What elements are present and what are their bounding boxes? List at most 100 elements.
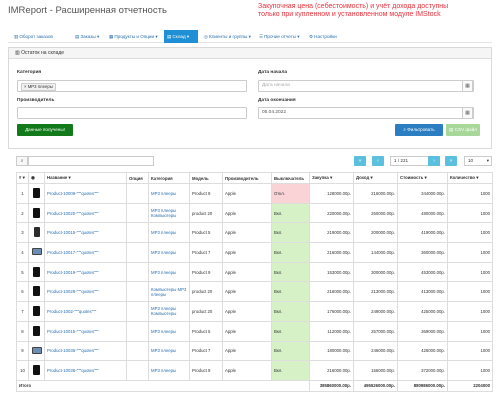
- cost-cell: 372000.00р.: [397, 360, 448, 381]
- purchase-cell: 220000.00р.: [309, 202, 354, 224]
- per-page-select[interactable]: 10 ▾: [464, 156, 492, 166]
- col-header-option[interactable]: Опция: [126, 172, 149, 184]
- player-thumbnail: [33, 325, 40, 336]
- nav-tab-products[interactable]: ▦Продукты и Опции ▾: [106, 30, 161, 43]
- table-row[interactable]: 2 Product-10020-"""quotes""" MP3 плееры Ко…: [16, 202, 493, 224]
- col-header-category[interactable]: Категория: [148, 172, 190, 184]
- model-cell: Product 5: [189, 222, 223, 244]
- nav-tab-other-reports[interactable]: ☰Прочие отчеты ▾: [256, 30, 303, 43]
- product-image: [28, 261, 45, 283]
- table-row[interactable]: 10 Product-10038-"""quotes""" MP3 плееры Pr…: [16, 360, 493, 381]
- panel-title: Остаток на складе: [21, 50, 65, 56]
- product-name-link[interactable]: Product-10038-"""quotes""": [47, 368, 99, 373]
- nav-tab-settings[interactable]: ⚙Настройки: [306, 30, 340, 43]
- category-cell: Компьютеры MP3 плееры: [148, 281, 190, 303]
- date-start-label: Дата начала: [258, 70, 288, 75]
- purchase-cell: 216000.00р.: [309, 360, 354, 381]
- nav-tab-warehouse[interactable]: ▤Склад ▾: [164, 30, 198, 43]
- category-select[interactable]: × MP3 плееры: [17, 80, 247, 92]
- table-search-input[interactable]: [28, 156, 154, 166]
- category-link[interactable]: MP3 плееры: [151, 368, 176, 373]
- product-name-cell: Product-10038-"""quotes""": [44, 360, 127, 381]
- product-name-link[interactable]: Product-10009-"""quotes""": [47, 191, 99, 196]
- calendar-icon[interactable]: ▦: [462, 107, 473, 119]
- category-chip[interactable]: × MP3 плееры: [21, 83, 56, 91]
- col-header-cost[interactable]: Стоимость ▾: [397, 172, 448, 184]
- quantity-cell: 1000: [447, 281, 493, 303]
- product-name-link[interactable]: Product-10028-"""quotes""": [47, 289, 99, 294]
- option-cell: [126, 183, 149, 204]
- category-link[interactable]: Компьютеры MP3 плееры: [151, 287, 186, 297]
- table-row[interactable]: 1 Product-10009-"""quotes""" MP3 плееры Pro…: [16, 183, 493, 204]
- nav-tab-orders-turnover[interactable]: ▥Оборот заказов: [11, 30, 56, 43]
- table-row[interactable]: 5 Product-10019-"""quotes""" MP3 плееры Pro…: [16, 261, 493, 283]
- category-link[interactable]: MP3 плееры: [151, 348, 176, 353]
- product-image: [28, 340, 45, 362]
- category-link[interactable]: MP3 плееры Компьютеры: [151, 306, 176, 316]
- col-header-index[interactable]: # ▾: [16, 172, 29, 184]
- page-select-value: 1 / 221: [394, 158, 409, 163]
- purchase-cell: 216000.00р.: [309, 242, 354, 263]
- category-link[interactable]: MP3 плееры Компьютеры: [151, 208, 176, 218]
- category-link[interactable]: MP3 плееры: [151, 329, 176, 334]
- status-cell: Вкл.: [271, 320, 310, 342]
- table-header-row: # ▾ ◉ Название ▾ Опция Категория Модель …: [16, 172, 493, 184]
- product-name-link[interactable]: Product-10015-"""quotes""": [47, 329, 99, 334]
- category-link[interactable]: MP3 плееры: [151, 270, 176, 275]
- last-page-button[interactable]: »: [445, 156, 457, 166]
- per-page-value: 10: [468, 158, 474, 163]
- col-header-status[interactable]: Выключатель: [271, 172, 310, 184]
- purchase-cell: 216000.00р.: [309, 281, 354, 303]
- product-name-link[interactable]: Product-10019-"""quotes""": [47, 270, 99, 275]
- product-name-link[interactable]: Product-10036-"""quotes""": [47, 348, 99, 353]
- product-name-link[interactable]: Product-10020-"""quotes""": [47, 211, 99, 216]
- category-link[interactable]: MP3 плееры: [151, 250, 176, 255]
- stock-table: # ▾ ◉ Название ▾ Опция Категория Модель …: [16, 172, 493, 392]
- prev-page-button[interactable]: ‹: [372, 156, 384, 166]
- csv-button-label: CSV файл: [454, 127, 477, 132]
- model-cell: product 20: [189, 301, 223, 322]
- manufacturer-select[interactable]: [17, 107, 247, 119]
- quantity-cell: 1000: [447, 261, 493, 283]
- product-image: [28, 183, 45, 204]
- next-page-button[interactable]: ›: [428, 156, 440, 166]
- purchase-cell: 180000.00р.: [309, 340, 354, 362]
- search-toggle-icon[interactable]: ⌕: [16, 156, 28, 166]
- product-name-link[interactable]: Product-10017-"""quotes""": [47, 250, 99, 255]
- option-cell: [126, 242, 149, 263]
- col-header-purchase[interactable]: Закупка ▾: [309, 172, 354, 184]
- calendar-icon[interactable]: ▦: [462, 80, 473, 92]
- data-received-button[interactable]: Данные получены!: [17, 124, 73, 136]
- income-cell: 246000.00р.: [353, 340, 398, 362]
- model-cell: Product 9: [189, 261, 223, 283]
- table-row[interactable]: 7 Product-1002-"""quotes""" MP3 плееры Ком…: [16, 301, 493, 322]
- nav-tab-clients[interactable]: ◎Клиенты и группы ▾: [201, 30, 254, 43]
- col-header-income[interactable]: Доход ▾: [353, 172, 398, 184]
- col-header-quantity[interactable]: Количество ▾: [447, 172, 493, 184]
- status-cell: Вкл.: [271, 360, 310, 381]
- category-link[interactable]: MP3 плееры: [151, 191, 176, 196]
- option-cell: [126, 261, 149, 283]
- date-end-input[interactable]: 05.04.2022 ▦: [258, 107, 474, 119]
- filter-button[interactable]: ⌕ Фильтровать: [395, 124, 443, 136]
- col-header-name[interactable]: Название ▾: [44, 172, 127, 184]
- category-link[interactable]: MP3 плееры: [151, 230, 176, 235]
- category-cell: MP3 плееры: [148, 183, 190, 204]
- date-end-label: Дата окончания: [258, 98, 296, 103]
- table-row[interactable]: 9 Product-10036-"""quotes""" MP3 плееры Pro…: [16, 340, 493, 362]
- table-row[interactable]: 3 Product-10015-"""quotes""" MP3 плееры Pro…: [16, 222, 493, 244]
- product-name-link[interactable]: Product-10015-"""quotes""": [47, 230, 99, 235]
- table-row[interactable]: 8 Product-10015-"""quotes""" MP3 плееры Pro…: [16, 320, 493, 342]
- income-cell: 156000.00р.: [353, 360, 398, 381]
- product-name-link[interactable]: Product-1002-"""quotes""": [47, 309, 96, 314]
- table-row[interactable]: 6 Product-10028-"""quotes""" Компьютеры MP…: [16, 281, 493, 303]
- col-header-model[interactable]: Модель: [189, 172, 223, 184]
- csv-button[interactable]: ▤ CSV файл: [446, 124, 480, 136]
- date-start-input[interactable]: Дата начала ▦: [258, 80, 474, 92]
- nav-tab-orders[interactable]: ▤Заказы ▾: [72, 30, 102, 43]
- first-page-button[interactable]: «: [354, 156, 366, 166]
- category-cell: MP3 плееры Компьютеры: [148, 202, 190, 224]
- player-thumbnail: [33, 286, 40, 297]
- col-header-manufacturer[interactable]: Производитель: [222, 172, 272, 184]
- table-row[interactable]: 4 Product-10017-"""quotes""" MP3 плееры Pro…: [16, 242, 493, 263]
